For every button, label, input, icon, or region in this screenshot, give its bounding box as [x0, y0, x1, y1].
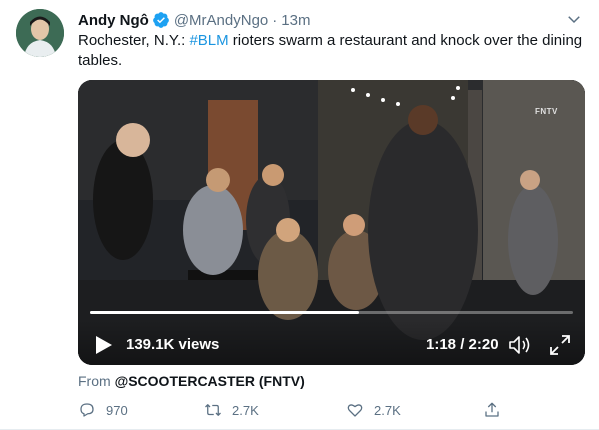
- attribution-prefix: From: [78, 373, 115, 389]
- reply-icon: [80, 403, 94, 417]
- timestamp[interactable]: 13m: [281, 12, 310, 29]
- tweet[interactable]: Andy Ngô @MrAndyNgo · 13m Rochester, N.Y…: [0, 0, 599, 430]
- tweet-text-before: Rochester, N.Y.:: [78, 32, 190, 49]
- like-count: 2.7K: [374, 402, 401, 418]
- share-icon: [485, 402, 499, 417]
- author-handle[interactable]: @MrAndyNgo: [174, 12, 268, 29]
- view-count: 139.1K views: [126, 336, 220, 353]
- fullscreen-icon[interactable]: [549, 334, 571, 356]
- header-separator: ·: [272, 11, 278, 29]
- video-progress-fill: [90, 311, 360, 314]
- verified-badge-icon: [152, 12, 169, 28]
- video-player[interactable]: FNTV 139.1K views 1:18 / 2:20: [78, 80, 585, 365]
- reply-button[interactable]: 970: [78, 398, 128, 422]
- reply-count: 970: [106, 402, 128, 418]
- media-attribution: From @SCOOTERCASTER (FNTV): [78, 373, 305, 389]
- play-icon[interactable]: [95, 335, 113, 355]
- tweet-header: Andy Ngô @MrAndyNgo · 13m: [78, 10, 310, 30]
- video-progress-bar[interactable]: [90, 311, 573, 314]
- video-timecode: 1:18 / 2:20: [426, 336, 499, 353]
- tweet-text: Rochester, N.Y.: #BLM rioters swarm a re…: [78, 31, 583, 71]
- tweet-actions: 970 2.7K 2.7K: [78, 398, 583, 422]
- retweet-count: 2.7K: [232, 402, 259, 418]
- like-button[interactable]: 2.7K: [346, 398, 401, 422]
- retweet-button[interactable]: 2.7K: [204, 398, 259, 422]
- video-watermark: FNTV: [535, 107, 558, 116]
- attribution-source-link[interactable]: @SCOOTERCASTER (FNTV): [115, 373, 305, 389]
- volume-icon[interactable]: [508, 334, 532, 356]
- chevron-down-icon[interactable]: [565, 10, 583, 28]
- author-name[interactable]: Andy Ngô: [78, 12, 149, 29]
- like-icon: [347, 404, 363, 417]
- avatar-image: [16, 9, 64, 57]
- avatar[interactable]: [16, 9, 64, 57]
- hashtag-link[interactable]: #BLM: [189, 32, 228, 49]
- retweet-icon: [205, 404, 221, 416]
- share-button[interactable]: [483, 398, 511, 422]
